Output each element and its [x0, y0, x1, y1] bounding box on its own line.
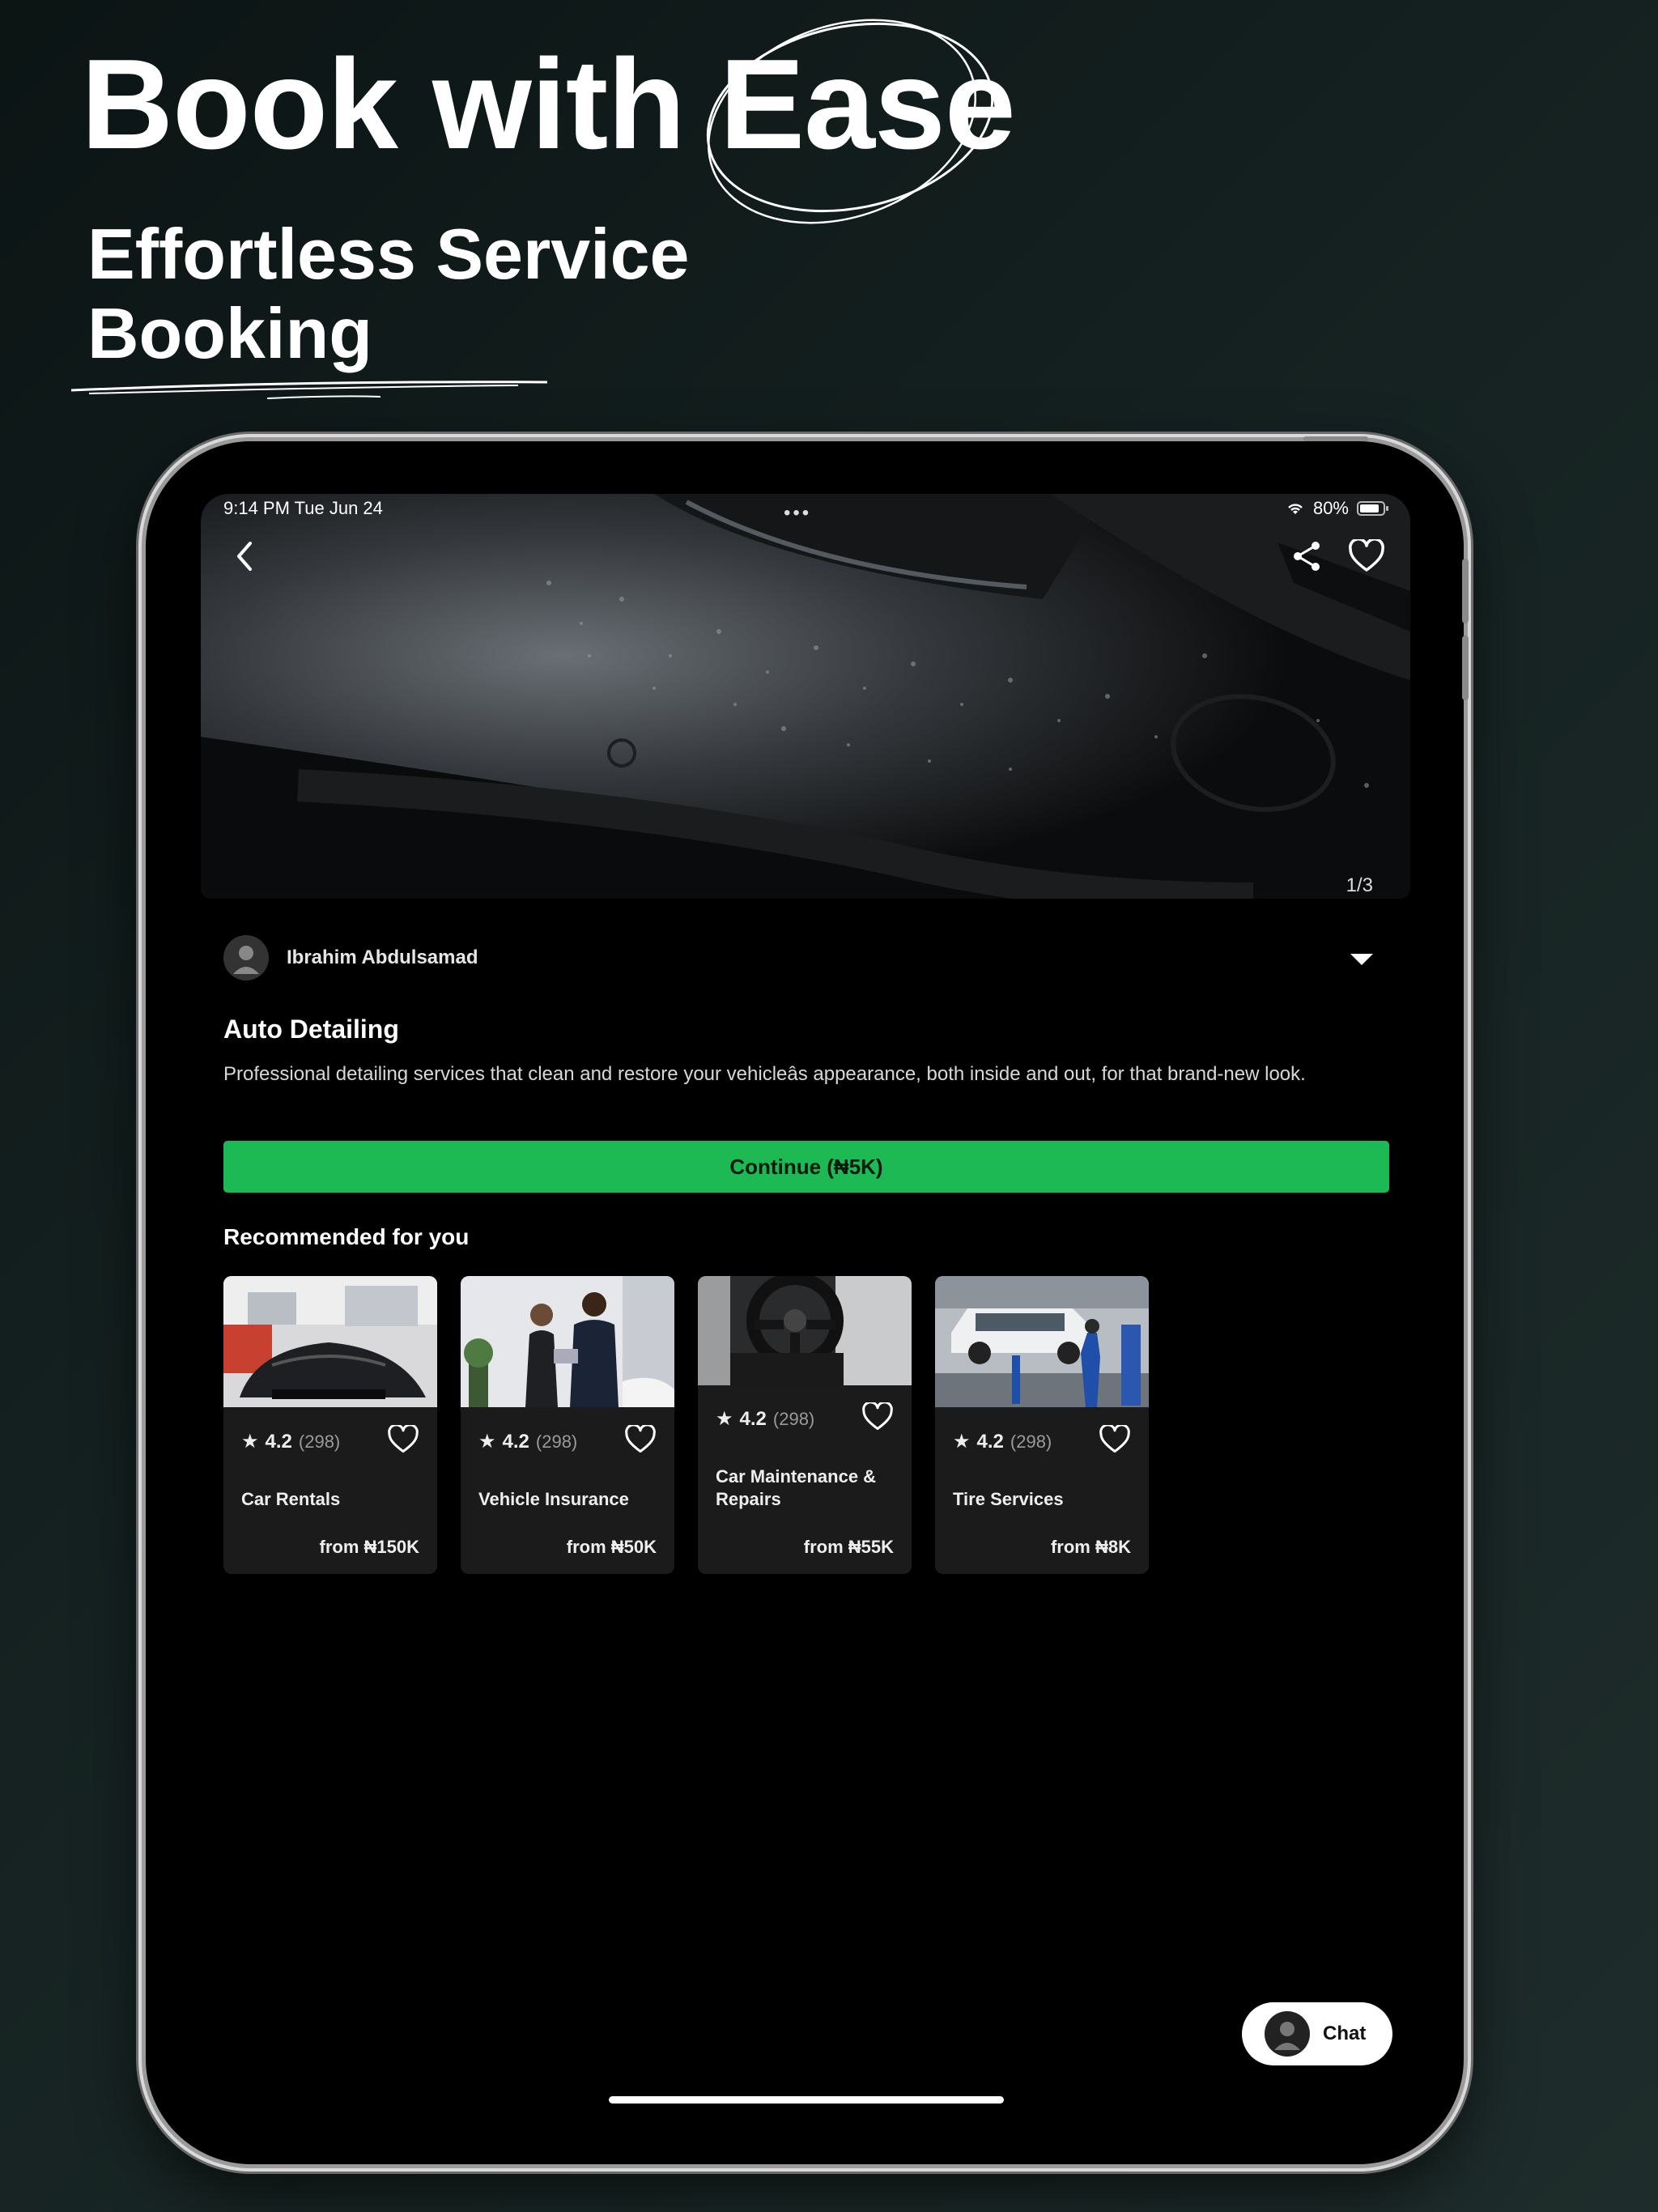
- card-title: Tire Services: [953, 1489, 1064, 1509]
- card-price: from ₦55K: [803, 1537, 894, 1557]
- card-price: from ₦150K: [319, 1537, 419, 1557]
- rating-count: (298): [1010, 1431, 1052, 1452]
- service-title: Auto Detailing: [223, 1015, 399, 1044]
- rating: ★ 4.2 (298): [716, 1407, 814, 1431]
- heart-icon: [862, 1401, 893, 1431]
- tire-services-image: [935, 1276, 1149, 1407]
- favorite-button[interactable]: [1346, 536, 1388, 576]
- rating-count: (298): [772, 1408, 815, 1429]
- service-description: Professional detailing services that cle…: [223, 1063, 1306, 1085]
- rating-count: (298): [298, 1431, 341, 1452]
- recommended-heading: Recommended for you: [223, 1224, 470, 1249]
- rating-count: (298): [535, 1431, 578, 1452]
- home-indicator[interactable]: [609, 2096, 1004, 2104]
- status-time: 9:14 PM Tue Jun 24: [223, 498, 383, 518]
- card-title: Car Rentals: [241, 1489, 341, 1509]
- favorite-card-button[interactable]: [1099, 1423, 1131, 1458]
- rating-value: 4.2: [739, 1407, 767, 1430]
- chat-avatar: [1265, 2011, 1310, 2057]
- power-button: [1303, 436, 1368, 441]
- tablet-device-frame: 9:14 PM Tue Jun 24 ••• 80% 1/3 Ibrahim A…: [146, 436, 1469, 2164]
- recommended-card[interactable]: ★ 4.2 (298) Tire Services from ₦8K: [935, 1276, 1149, 1574]
- rating: ★ 4.2 (298): [953, 1430, 1052, 1453]
- rating-value: 4.2: [502, 1430, 529, 1453]
- heart-icon: [1349, 539, 1384, 572]
- provider-name: Ibrahim Abdulsamad: [287, 946, 478, 968]
- recommended-card[interactable]: ★ 4.2 (298) Vehicle Insurance from ₦50K: [461, 1276, 674, 1574]
- image-counter: 1/3: [1346, 874, 1373, 896]
- status-right: 80%: [1286, 498, 1389, 519]
- card-price: from ₦8K: [1050, 1537, 1131, 1557]
- rating-value: 4.2: [976, 1430, 1004, 1453]
- vehicle-insurance-image: [461, 1276, 674, 1407]
- card-title: Vehicle Insurance: [478, 1489, 629, 1509]
- multitasking-dots[interactable]: •••: [784, 502, 811, 525]
- star-icon: ★: [241, 1431, 259, 1453]
- user-avatar-icon: [233, 946, 259, 974]
- wifi-icon: [1288, 504, 1303, 514]
- car-maintenance-image: [698, 1276, 912, 1385]
- chat-label: Chat: [1323, 2023, 1367, 2044]
- continue-button[interactable]: Continue (₦5K): [223, 1141, 1389, 1193]
- card-title: Car Maintenance & Repairs: [716, 1466, 877, 1509]
- recommended-card[interactable]: ★ 4.2 (298) Car Rentals from ₦150K: [223, 1276, 437, 1574]
- marketing-headline: Book with Ease: [81, 33, 1016, 176]
- favorite-card-button[interactable]: [387, 1423, 419, 1458]
- volume-up-button: [1462, 559, 1469, 623]
- car-rentals-image: [223, 1276, 437, 1407]
- back-button[interactable]: [228, 538, 261, 574]
- avatar: [223, 935, 269, 981]
- rating-value: 4.2: [265, 1430, 292, 1453]
- rating: ★ 4.2 (298): [241, 1430, 340, 1453]
- recommended-list: ★ 4.2 (298) Car Rentals from ₦150K ★ 4.2…: [223, 1276, 1149, 1574]
- battery-percent: 80%: [1312, 498, 1349, 518]
- service-hero-image[interactable]: 9:14 PM Tue Jun 24 ••• 80% 1/3: [201, 494, 1410, 899]
- car-bumper-photo: [201, 494, 1410, 899]
- rating: ★ 4.2 (298): [478, 1430, 577, 1453]
- recommended-card[interactable]: ★ 4.2 (298) Car Maintenance & Repairs fr…: [698, 1276, 912, 1574]
- heart-icon: [625, 1423, 656, 1453]
- battery-icon: [1357, 501, 1388, 516]
- volume-down-button: [1462, 636, 1469, 700]
- star-icon: ★: [478, 1431, 496, 1453]
- provider-row[interactable]: Ibrahim Abdulsamad: [223, 935, 478, 981]
- star-icon: ★: [716, 1408, 733, 1430]
- marketing-subheadline: Effortless Service Booking: [87, 214, 690, 373]
- user-avatar-icon: [1274, 2022, 1300, 2050]
- status-bar: 9:14 PM Tue Jun 24 ••• 80%: [201, 494, 1410, 526]
- share-icon: [1294, 542, 1320, 571]
- chevron-down-icon[interactable]: [1350, 954, 1373, 965]
- star-icon: ★: [953, 1431, 971, 1453]
- favorite-card-button[interactable]: [861, 1401, 894, 1436]
- chat-button[interactable]: Chat: [1242, 2002, 1392, 2065]
- app-screen: 9:14 PM Tue Jun 24 ••• 80% 1/3 Ibrahim A…: [201, 494, 1410, 2113]
- share-button[interactable]: [1289, 538, 1324, 574]
- favorite-card-button[interactable]: [624, 1423, 657, 1458]
- chevron-left-icon: [237, 542, 252, 571]
- heart-icon: [388, 1423, 419, 1453]
- card-price: from ₦50K: [566, 1537, 657, 1557]
- heart-icon: [1099, 1423, 1130, 1453]
